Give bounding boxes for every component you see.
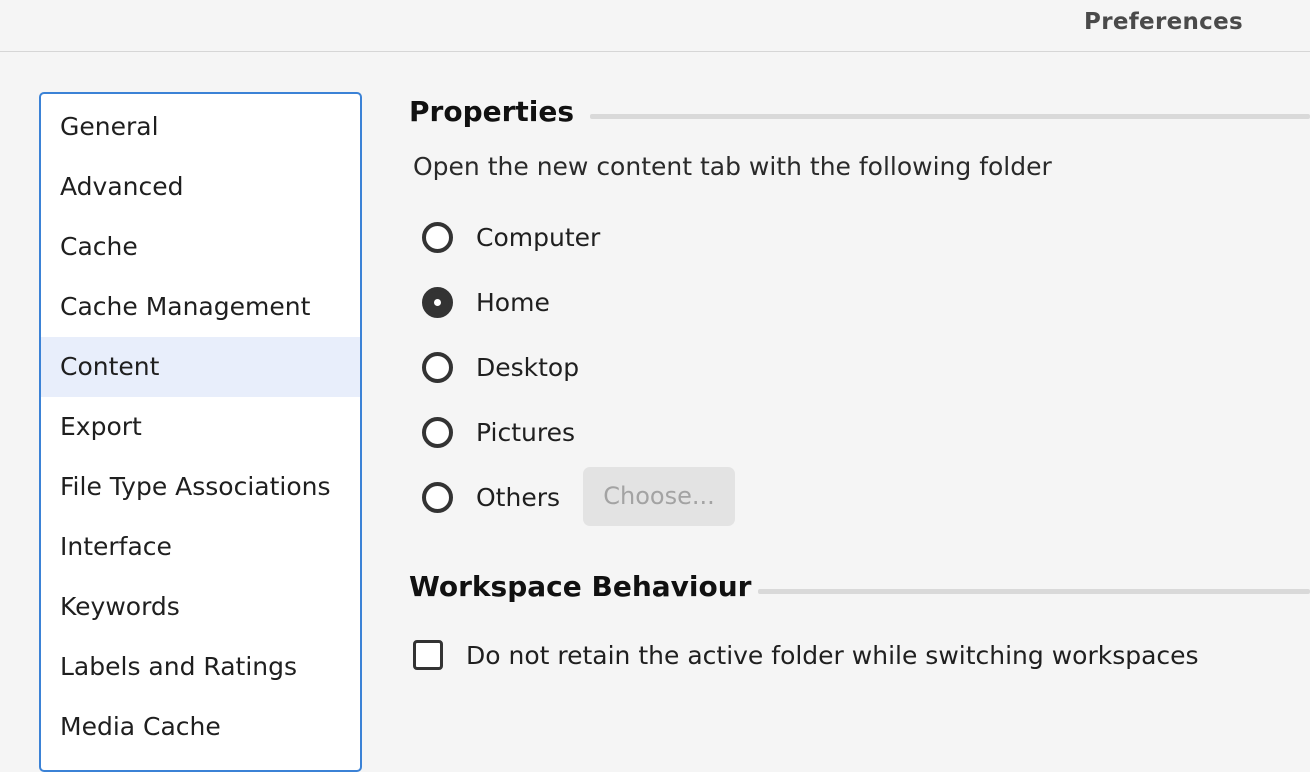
sidebar-item-content[interactable]: Content bbox=[41, 337, 360, 397]
radio-others[interactable] bbox=[422, 481, 453, 513]
radio-computer[interactable] bbox=[422, 221, 453, 253]
radio-home[interactable] bbox=[422, 286, 453, 318]
radio-label-computer[interactable]: Computer bbox=[476, 223, 600, 252]
properties-divider bbox=[590, 114, 1310, 119]
workspace-heading: Workspace Behaviour bbox=[409, 570, 752, 603]
radio-desktop[interactable] bbox=[422, 351, 453, 383]
window-title: Preferences bbox=[1084, 9, 1243, 35]
radio-label-home[interactable]: Home bbox=[476, 288, 550, 317]
retain-folder-label[interactable]: Do not retain the active folder while sw… bbox=[466, 641, 1199, 670]
sidebar-item-export[interactable]: Export bbox=[41, 397, 360, 457]
radio-row-desktop[interactable]: Desktop bbox=[422, 349, 579, 385]
sidebar-item-interface[interactable]: Interface bbox=[41, 517, 360, 577]
sidebar-item-labels-and-ratings[interactable]: Labels and Ratings bbox=[41, 637, 360, 697]
workspace-divider bbox=[758, 589, 1310, 594]
sidebar-item-file-type-associations[interactable]: File Type Associations bbox=[41, 457, 360, 517]
radio-row-home[interactable]: Home bbox=[422, 284, 550, 320]
sidebar-item-cache-management[interactable]: Cache Management bbox=[41, 277, 360, 337]
radio-row-pictures[interactable]: Pictures bbox=[422, 414, 575, 450]
sidebar-item-keywords[interactable]: Keywords bbox=[41, 577, 360, 637]
radio-label-others[interactable]: Others bbox=[476, 483, 560, 512]
radio-row-computer[interactable]: Computer bbox=[422, 219, 600, 255]
retain-folder-checkbox[interactable] bbox=[413, 640, 443, 670]
radio-label-pictures[interactable]: Pictures bbox=[476, 418, 575, 447]
properties-description: Open the new content tab with the follow… bbox=[413, 152, 1052, 181]
title-bar: Preferences bbox=[0, 0, 1310, 52]
choose-folder-button[interactable]: Choose... bbox=[583, 467, 735, 526]
sidebar-item-advanced[interactable]: Advanced bbox=[41, 157, 360, 217]
properties-heading: Properties bbox=[409, 95, 575, 128]
radio-pictures[interactable] bbox=[422, 416, 453, 448]
retain-folder-option[interactable]: Do not retain the active folder while sw… bbox=[413, 637, 1199, 673]
radio-label-desktop[interactable]: Desktop bbox=[476, 353, 579, 382]
preferences-sidebar: General Advanced Cache Cache Management … bbox=[39, 92, 362, 772]
sidebar-item-media-cache[interactable]: Media Cache bbox=[41, 697, 360, 757]
sidebar-item-cache[interactable]: Cache bbox=[41, 217, 360, 277]
radio-row-others[interactable]: Others bbox=[422, 479, 560, 515]
sidebar-item-general[interactable]: General bbox=[41, 97, 360, 157]
